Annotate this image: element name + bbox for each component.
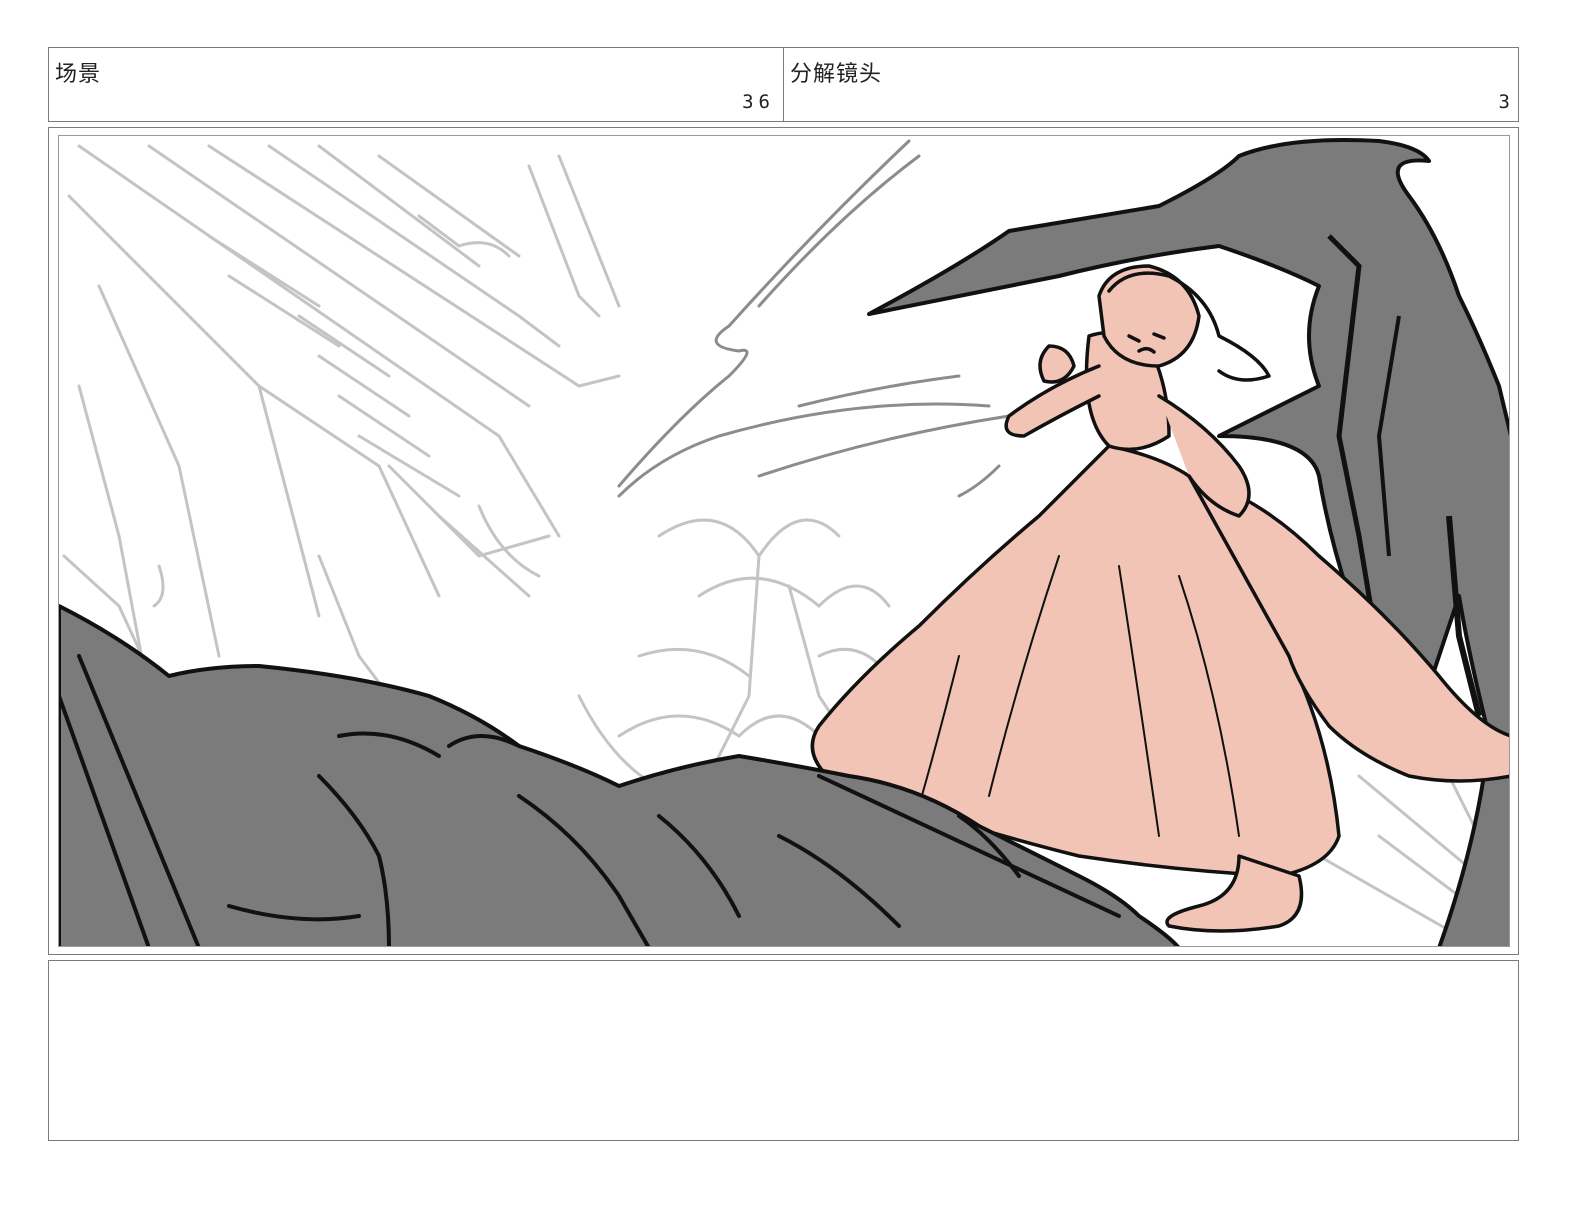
panel-sketch <box>59 136 1509 946</box>
storyboard-header: 场景 36 分解镜头 3 <box>48 47 1519 122</box>
scene-cell: 场景 36 <box>49 48 784 121</box>
shot-cell: 分解镜头 3 <box>784 48 1518 121</box>
panel-drawing-area <box>58 135 1510 947</box>
shot-label: 分解镜头 <box>790 62 883 87</box>
scene-number: 36 <box>742 91 775 113</box>
scene-label: 场景 <box>55 62 102 87</box>
notes-box[interactable] <box>48 960 1519 1141</box>
storyboard-panel <box>48 127 1519 955</box>
shot-number: 3 <box>1498 91 1510 113</box>
